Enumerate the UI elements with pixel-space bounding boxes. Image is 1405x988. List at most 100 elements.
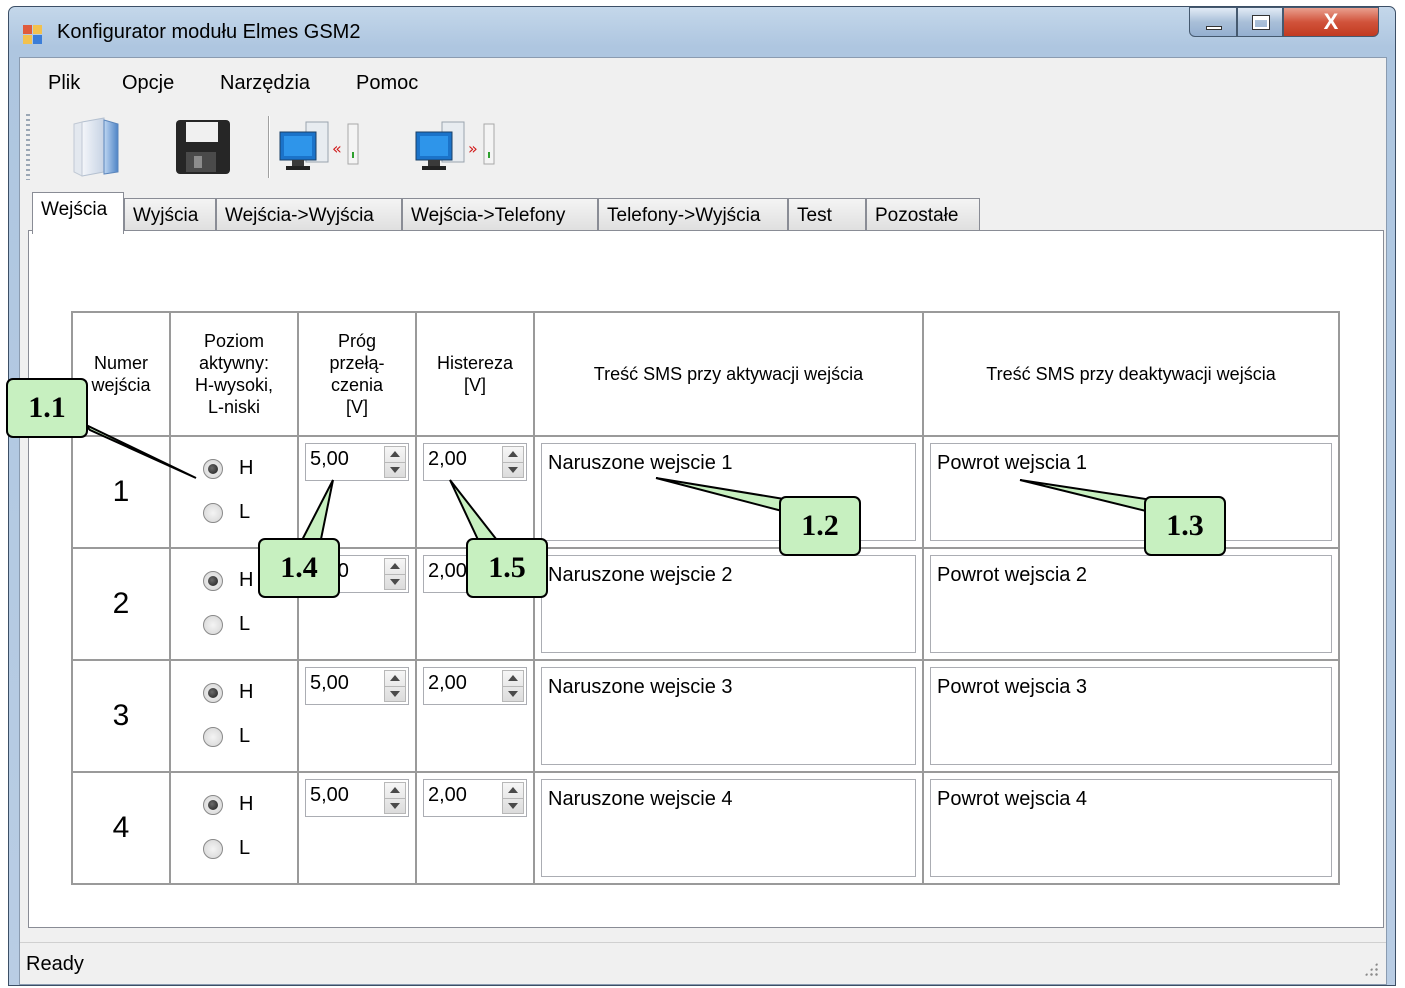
- sms-deactivation-field[interactable]: Powrot wejscia 3: [930, 667, 1332, 765]
- spinner-arrows-icon[interactable]: [502, 782, 524, 814]
- tab-telefony-wyjscia[interactable]: Telefony->Wyjścia: [598, 198, 788, 232]
- sms-activation-cell: Naruszone wejscie 3: [533, 659, 924, 773]
- tab-test[interactable]: Test: [788, 198, 866, 232]
- sms-deactivation-cell: Powrot wejscia 3: [922, 659, 1340, 773]
- radio-l[interactable]: L: [203, 837, 250, 860]
- menu-narzedzia[interactable]: Narzędzia: [220, 72, 310, 95]
- tab-pozostale[interactable]: Pozostałe: [866, 198, 980, 232]
- status-text: Ready: [26, 953, 84, 975]
- header-histereza: Histereza [V]: [415, 311, 535, 437]
- spinner-arrows-icon[interactable]: [502, 446, 524, 478]
- spinner-arrows-icon[interactable]: [502, 670, 524, 702]
- table-header-row: Numer wejścia Poziom aktywny: H-wysoki, L-ni…: [71, 311, 1340, 437]
- tab-wyjscia[interactable]: Wyjścia: [124, 198, 216, 232]
- menu-opcje[interactable]: Opcje: [122, 72, 174, 95]
- level-cell: H L: [169, 771, 299, 885]
- radio-button-checked[interactable]: [203, 794, 223, 815]
- threshold-spinner[interactable]: 5,00: [305, 667, 409, 705]
- radio-h[interactable]: H: [203, 569, 253, 592]
- callout-1-2: 1.2: [779, 496, 861, 556]
- hysteresis-spinner[interactable]: 2,00: [423, 667, 527, 705]
- sms-activation-field[interactable]: Naruszone wejscie 2: [541, 555, 916, 653]
- tab-wejscia-telefony[interactable]: Wejścia->Telefony: [402, 198, 598, 232]
- header-prog: Próg przełą-czenia [V]: [297, 311, 417, 437]
- spinner-arrows-icon[interactable]: [384, 558, 406, 590]
- spinner-arrows-icon[interactable]: [384, 446, 406, 478]
- threshold-spinner[interactable]: 5,00: [305, 443, 409, 481]
- maximize-icon: [1252, 15, 1270, 30]
- resize-grip-icon[interactable]: [1364, 962, 1378, 976]
- hysteresis-spinner[interactable]: 2,00: [423, 443, 527, 481]
- read-button[interactable]: «: [276, 114, 359, 180]
- open-button[interactable]: [60, 114, 130, 180]
- radio-button[interactable]: [203, 726, 223, 747]
- menu-pomoc[interactable]: Pomoc: [356, 72, 418, 95]
- toolbar: « »: [20, 108, 1386, 186]
- level-cell: H L: [169, 659, 299, 773]
- inputs-table: Numer wejścia Poziom aktywny: H-wysoki, L-ni…: [71, 311, 1340, 885]
- callout-1-5: 1.5: [466, 538, 548, 598]
- radio-h[interactable]: H: [203, 681, 253, 704]
- input-number: 4: [71, 771, 171, 885]
- sms-deactivation-cell: Powrot wejscia 1: [922, 435, 1340, 549]
- tab-wejscia-wyjscia[interactable]: Wejścia->Wyjścia: [216, 198, 402, 232]
- table-row: 3 H L 5,00 2,00 Naruszone wejscie 3 Powr…: [71, 659, 1340, 773]
- menu-bar: Plik Opcje Narzędzia Pomoc: [20, 58, 1386, 104]
- threshold-spinner[interactable]: 5,00: [305, 779, 409, 817]
- toolbar-separator: [268, 116, 270, 178]
- threshold-cell: 5,00: [297, 771, 417, 885]
- sms-deactivation-field[interactable]: Powrot wejscia 2: [930, 555, 1332, 653]
- header-sms-activation: Treść SMS przy aktywacji wejścia: [533, 311, 924, 437]
- header-sms-deactivation: Treść SMS przy deaktywacji wejścia: [922, 311, 1340, 437]
- title-bar[interactable]: Konfigurator modułu Elmes GSM2 X: [9, 7, 1395, 57]
- save-button[interactable]: [170, 114, 240, 180]
- radio-h[interactable]: H: [203, 457, 253, 480]
- status-bar: Ready: [20, 942, 1386, 984]
- input-number: 2: [71, 547, 171, 661]
- spinner-arrows-icon[interactable]: [384, 670, 406, 702]
- tab-page-wejscia: Numer wejścia Poziom aktywny: H-wysoki, L-ni…: [28, 230, 1384, 928]
- maximize-button[interactable]: [1237, 7, 1283, 37]
- radio-h[interactable]: H: [203, 793, 253, 816]
- input-number: 1: [71, 435, 171, 549]
- sms-deactivation-cell: Powrot wejscia 2: [922, 547, 1340, 661]
- threshold-cell: 5,00: [297, 435, 417, 549]
- hysteresis-cell: 2,00: [415, 771, 535, 885]
- radio-button-checked[interactable]: [203, 682, 223, 703]
- sms-activation-cell: Naruszone wejscie 2: [533, 547, 924, 661]
- tab-wejscia[interactable]: Wejścia: [32, 192, 124, 234]
- sms-activation-field[interactable]: Naruszone wejscie 3: [541, 667, 916, 765]
- input-number: 3: [71, 659, 171, 773]
- radio-button-checked[interactable]: [203, 458, 223, 479]
- callout-1-4: 1.4: [258, 538, 340, 598]
- radio-button[interactable]: [203, 838, 223, 859]
- sms-deactivation-field[interactable]: Powrot wejscia 4: [930, 779, 1332, 877]
- open-file-icon: [73, 117, 119, 177]
- tab-strip: Wejścia Wyjścia Wejścia->Wyjścia Wejścia…: [20, 192, 1386, 234]
- toolbar-grip[interactable]: [26, 114, 30, 180]
- radio-button[interactable]: [203, 502, 223, 523]
- callout-1-1: 1.1: [6, 378, 88, 438]
- table-row: 4 H L 5,00 2,00 Naruszone wejscie 4 Powr…: [71, 771, 1340, 885]
- save-floppy-icon: [176, 120, 230, 174]
- radio-button-checked[interactable]: [203, 570, 223, 591]
- window-title: Konfigurator modułu Elmes GSM2: [57, 21, 361, 43]
- close-button[interactable]: X: [1283, 7, 1379, 37]
- minimize-icon: [1206, 26, 1222, 30]
- sms-activation-field[interactable]: Naruszone wejscie 4: [541, 779, 916, 877]
- radio-l[interactable]: L: [203, 501, 250, 524]
- hysteresis-spinner[interactable]: 2,00: [423, 779, 527, 817]
- radio-l[interactable]: L: [203, 613, 250, 636]
- sms-deactivation-field[interactable]: Powrot wejscia 1: [930, 443, 1332, 541]
- threshold-cell: 5,00: [297, 659, 417, 773]
- svg-text:«: «: [332, 139, 342, 158]
- read-from-device-icon: «: [279, 121, 359, 170]
- hysteresis-cell: 2,00: [415, 659, 535, 773]
- radio-button[interactable]: [203, 614, 223, 635]
- spinner-arrows-icon[interactable]: [384, 782, 406, 814]
- write-button[interactable]: »: [412, 114, 495, 180]
- minimize-button[interactable]: [1189, 7, 1237, 37]
- menu-plik[interactable]: Plik: [48, 72, 80, 95]
- radio-l[interactable]: L: [203, 725, 250, 748]
- app-icon: [23, 25, 43, 45]
